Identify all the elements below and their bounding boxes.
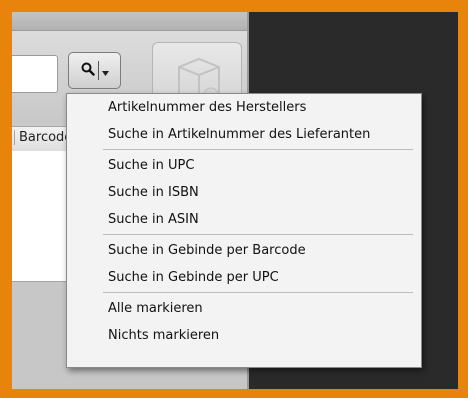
search-options-button[interactable] — [68, 52, 121, 89]
menu-divider — [103, 234, 413, 235]
chevron-down-icon — [101, 61, 109, 80]
menu-divider — [103, 149, 413, 150]
menu-item-search-isbn[interactable]: Suche in ISBN — [67, 179, 421, 206]
menu-item-search-upc[interactable]: Suche in UPC — [67, 152, 421, 179]
menu-item-select-none[interactable]: Nichts markieren — [67, 322, 421, 349]
menu-divider — [103, 292, 413, 293]
magnifier-icon — [81, 61, 95, 80]
menu-item-supplier-article-number[interactable]: Suche in Artikelnummer des Lieferanten — [67, 121, 421, 148]
button-separator — [97, 61, 99, 80]
search-input[interactable] — [12, 55, 58, 93]
menu-item-manufacturer-article-number[interactable]: Artikelnummer des Herstellers — [67, 94, 421, 121]
menu-item-search-asin[interactable]: Suche in ASIN — [67, 206, 421, 233]
menu-item-package-upc[interactable]: Suche in Gebinde per UPC — [67, 264, 421, 291]
panel-top-bar — [12, 12, 247, 31]
menu-item-select-all[interactable]: Alle markieren — [67, 295, 421, 322]
column-header-barcode[interactable]: Barcode — [14, 130, 72, 145]
search-options-menu: Artikelnummer des Herstellers Suche in A… — [66, 93, 422, 368]
menu-item-package-barcode[interactable]: Suche in Gebinde per Barcode — [67, 237, 421, 264]
